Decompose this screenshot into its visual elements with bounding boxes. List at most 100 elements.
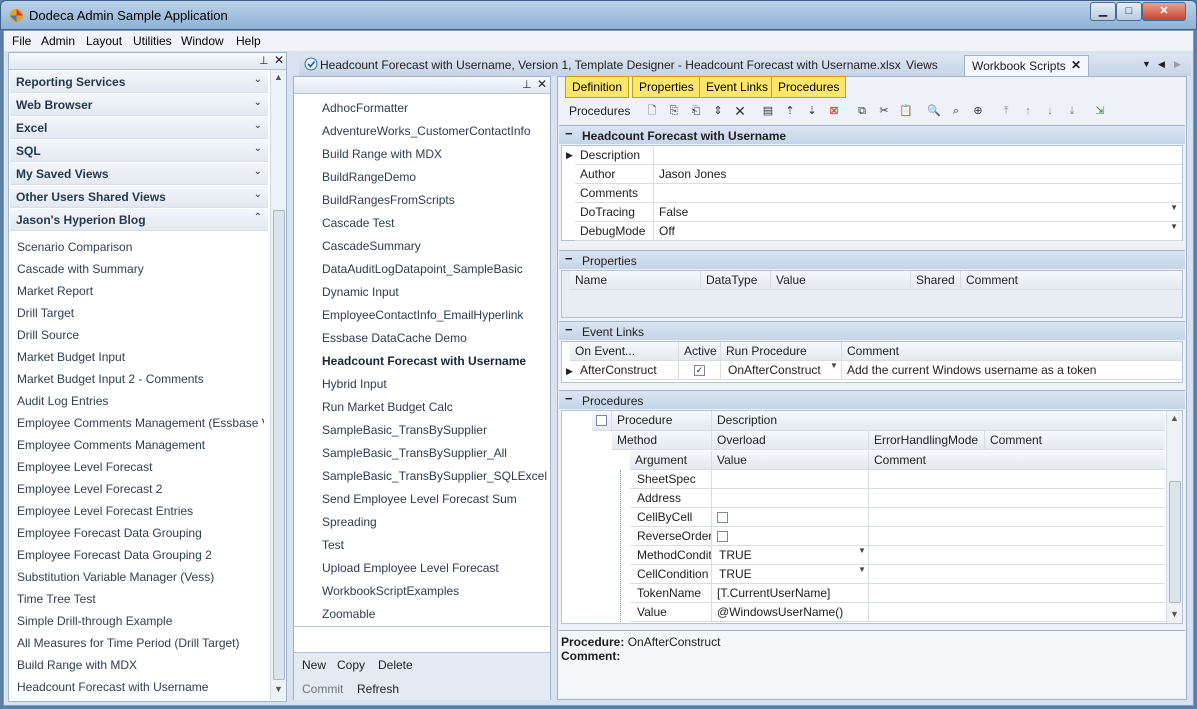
close-icon[interactable]: ✕ — [537, 77, 547, 91]
group-sql[interactable]: SQL ⌄ — [10, 140, 268, 162]
collapse-icon[interactable]: − — [565, 251, 573, 266]
template-item[interactable]: BuildRangesFromScripts — [322, 193, 455, 207]
field-row[interactable]: Author Jason Jones — [575, 165, 1182, 184]
event-link-row[interactable]: AfterConstruct ✓ OnAfterConstruct Add th… — [570, 361, 1182, 380]
template-item[interactable]: SampleBasic_TransBySupplier — [322, 423, 487, 437]
last-icon[interactable]: ⤓ — [1064, 103, 1080, 119]
find-icon[interactable]: 🔍 — [926, 103, 942, 119]
next-icon[interactable]: ▶ — [1174, 59, 1181, 70]
scroll-down-icon[interactable]: ▼ — [271, 682, 286, 697]
tab-definition[interactable]: Definition — [565, 76, 630, 98]
pin-icon[interactable]: ⊥ — [259, 54, 269, 67]
select-all-checkbox[interactable] — [596, 415, 607, 427]
procedures-scrollbar[interactable]: ▲ ▼ — [1166, 411, 1182, 623]
list-item[interactable]: Market Report — [17, 284, 93, 298]
scroll-up-icon[interactable]: ▲ — [1167, 411, 1182, 426]
list-item[interactable]: Employee Forecast Data Grouping — [17, 526, 202, 540]
argument-row[interactable]: MethodCondit TRUE ▼ — [630, 546, 1165, 565]
first-icon[interactable]: ⤒ — [998, 103, 1014, 119]
list-item[interactable]: Market Budget Input — [17, 350, 125, 364]
list-item[interactable]: Scenario Comparison — [17, 240, 132, 254]
tab-procedures[interactable]: Procedures — [771, 76, 847, 98]
list-item[interactable]: All Measures for Time Period (Drill Targ… — [17, 636, 240, 650]
copy-icon[interactable]: ⧉ — [854, 103, 870, 119]
argument-row[interactable]: CellCondition TRUE ▼ — [630, 565, 1165, 584]
group-other-users-shared-views[interactable]: Other Users Shared Views ⌄ — [10, 186, 268, 208]
template-item[interactable]: Cascade Test — [322, 216, 395, 230]
list-item[interactable]: Employee Comments Management (Essbase V.… — [17, 416, 264, 430]
collapse-icon[interactable]: − — [565, 126, 573, 141]
new-button[interactable]: New — [302, 658, 326, 672]
template-item[interactable]: Spreading — [322, 515, 377, 529]
prev-icon[interactable]: ◀ — [1158, 59, 1165, 70]
list-item[interactable]: Drill Source — [17, 328, 79, 342]
split-icon[interactable]: ⇕ — [710, 103, 726, 119]
list-item[interactable]: Audit Log Entries — [17, 394, 108, 408]
pin-icon[interactable]: ⊥ — [522, 78, 532, 91]
menu-help[interactable]: Help — [236, 34, 261, 48]
close-icon[interactable]: ✕ — [1071, 58, 1081, 72]
list-item[interactable]: Employee Level Forecast Entries — [17, 504, 193, 518]
maximize-button[interactable]: □ — [1116, 2, 1142, 21]
delete-icon[interactable]: ✕ — [732, 103, 748, 119]
template-item[interactable]: Hybrid Input — [322, 377, 387, 391]
export-icon[interactable]: ⇲ — [1092, 103, 1108, 119]
template-item[interactable]: EmployeeContactInfo_EmailHyperlink — [322, 308, 523, 322]
list-item[interactable]: Time Tree Test — [17, 592, 96, 606]
dropdown-icon[interactable]: ▼ — [858, 565, 866, 574]
insert-icon[interactable]: ⎘ — [666, 103, 682, 119]
group-my-saved-views[interactable]: My Saved Views ⌄ — [10, 163, 268, 185]
sidebar-scrollbar[interactable]: ▲ ▼ — [270, 70, 286, 700]
menu-layout[interactable]: Layout — [86, 34, 122, 48]
argument-row[interactable]: Address — [630, 489, 1165, 508]
minimize-button[interactable]: ▁ — [1090, 2, 1116, 21]
tab-workbook-scripts[interactable]: Workbook Scripts ✕ — [964, 55, 1089, 76]
list-item[interactable]: Simple Drill-through Example — [17, 614, 172, 628]
dropdown-icon[interactable]: ▼ — [1142, 59, 1151, 69]
reverseorder-checkbox[interactable] — [717, 531, 728, 543]
template-item-selected[interactable]: Headcount Forecast with Username — [322, 354, 526, 368]
scroll-down-icon[interactable]: ▼ — [1167, 607, 1182, 622]
template-item[interactable]: Run Market Budget Calc — [322, 400, 453, 414]
group-excel[interactable]: Excel ⌄ — [10, 117, 268, 139]
up-icon[interactable]: ↑ — [1020, 103, 1036, 119]
list-item[interactable]: Substitution Variable Manager (Vess) — [17, 570, 214, 584]
copy-button[interactable]: Copy — [337, 658, 365, 672]
template-item[interactable]: SampleBasic_TransBySupplier_SQLExcel — [322, 469, 547, 483]
active-checkbox[interactable]: ✓ — [694, 365, 705, 377]
field-row[interactable]: DoTracing False ▼ — [575, 203, 1182, 222]
template-item[interactable]: Essbase DataCache Demo — [322, 331, 467, 345]
collapse-icon[interactable]: − — [565, 391, 573, 406]
tab-views[interactable]: Views — [906, 58, 938, 72]
zoom-icon[interactable]: ⊕ — [970, 103, 986, 119]
field-row[interactable]: Comments — [575, 184, 1182, 203]
tab-properties[interactable]: Properties — [632, 76, 701, 98]
menu-admin[interactable]: Admin — [41, 34, 75, 48]
dropdown-icon[interactable]: ▼ — [1170, 203, 1178, 212]
menu-file[interactable]: File — [12, 34, 31, 48]
insert-after-icon[interactable]: ⎗ — [688, 103, 704, 119]
cellbycell-checkbox[interactable] — [717, 512, 728, 524]
field-row[interactable]: Description — [575, 146, 1182, 165]
close-button[interactable]: ✕ — [1142, 2, 1186, 21]
template-item[interactable]: DataAuditLogDatapoint_SampleBasic — [322, 262, 523, 276]
close-icon[interactable]: ✕ — [274, 53, 284, 67]
list-item[interactable]: Employee Level Forecast 2 — [17, 482, 162, 496]
dropdown-icon[interactable]: ▼ — [830, 361, 838, 370]
scroll-up-icon[interactable]: ▲ — [271, 70, 286, 85]
argument-row[interactable]: ReverseOrder — [630, 527, 1165, 546]
template-item[interactable]: Dynamic Input — [322, 285, 399, 299]
list-item[interactable]: Headcount Forecast with Username — [17, 680, 208, 694]
commit-button[interactable]: Commit — [302, 682, 343, 696]
scroll-thumb[interactable] — [273, 210, 285, 680]
menu-window[interactable]: Window — [181, 34, 224, 48]
move-up-icon[interactable]: ⇡ — [782, 103, 798, 119]
list-item[interactable]: Cascade with Summary — [17, 262, 144, 276]
argument-row[interactable]: TokenName [T.CurrentUserName] — [630, 584, 1165, 603]
find-replace-icon[interactable]: ⌕ — [948, 103, 964, 119]
dropdown-icon[interactable]: ▼ — [858, 546, 866, 555]
template-item[interactable]: AdventureWorks_CustomerContactInfo — [322, 124, 531, 138]
template-item[interactable]: BuildRangeDemo — [322, 170, 416, 184]
field-row[interactable]: DebugMode Off ▼ — [575, 222, 1182, 241]
scroll-thumb[interactable] — [1169, 481, 1181, 603]
